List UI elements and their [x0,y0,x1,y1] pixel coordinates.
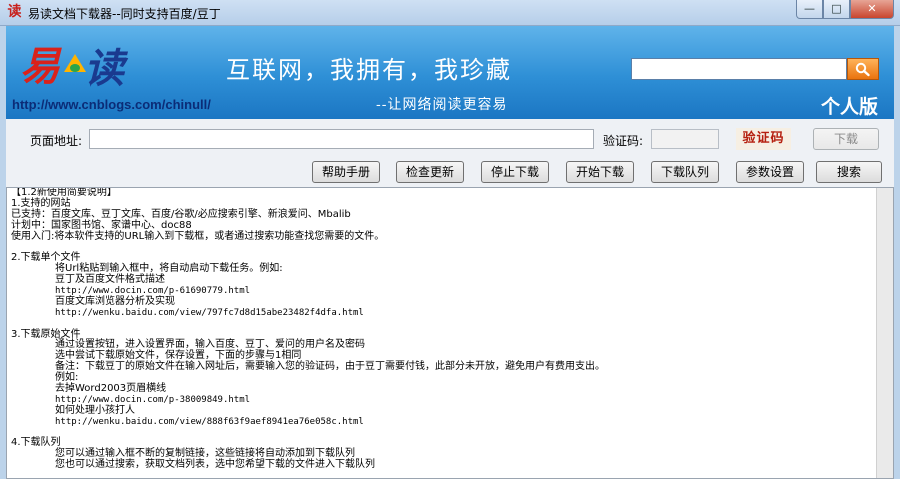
help-manual-button[interactable]: 帮助手册 [312,161,380,183]
captcha-image[interactable]: 验证码 [736,128,791,150]
window-title: 易读文档下载器--同时支持百度/豆丁 [28,7,221,21]
text-line: http://wenku.baidu.com/view/888f63f9aef8… [55,416,364,427]
logo-dot-icon [70,64,80,72]
start-download-button[interactable]: 开始下载 [566,161,634,183]
logo: 易 读 [20,34,140,94]
text-line: 百度文库浏览器分析及实现 [55,295,175,307]
edition-label: 个人版 [820,96,878,118]
instructions-text: 【1.2新使用简要说明】 1.支持的网站 已支持：百度文库、豆丁文库、百度/谷歌/必… [7,188,893,471]
download-queue-button[interactable]: 下载队列 [651,161,719,183]
blog-link[interactable]: http://www.cnblogs.com/chinull/ [12,97,211,112]
verification-code-input[interactable] [651,129,719,149]
settings-button[interactable]: 参数设置 [736,161,804,183]
text-line: 计划中：国家图书馆、家谱中心、doc88 [11,219,192,231]
maximize-button[interactable]: □ [823,0,850,19]
minimize-button[interactable]: — [796,0,823,19]
instructions-textarea[interactable]: 【1.2新使用简要说明】 1.支持的网站 已支持：百度文库、豆丁文库、百度/谷歌/必… [6,187,894,479]
text-line: http://www.docin.com/p-38009849.html [55,394,251,405]
banner-search-input[interactable] [631,58,847,80]
text-line: 去掉Word2003页眉横线 [55,383,167,395]
text-line: http://wenku.baidu.com/view/797fc7d8d15a… [55,307,364,318]
window-controls: — □ ✕ [796,0,894,20]
text-line [7,319,893,330]
logo-char-2: 读 [84,45,124,92]
text-line [7,242,893,253]
text-line: 【1.2新使用简要说明】 [11,187,117,198]
code-label: 验证码: [603,134,644,148]
close-button[interactable]: ✕ [850,0,894,19]
text-line: 豆丁及百度文件格式描述 [55,274,165,286]
check-update-button[interactable]: 检查更新 [396,161,464,183]
download-button[interactable]: 下载 [813,128,879,150]
text-line: 如何处理小孩打人 [55,404,135,416]
url-label: 页面地址: [30,134,83,148]
url-input[interactable] [89,129,594,149]
stop-download-button[interactable]: 停止下载 [481,161,549,183]
banner-search-button[interactable] [847,58,879,80]
text-line: 备注：下载豆丁的原始文件在输入网址后，需要输入您的验证码，由于豆丁需要付钱，此部… [55,361,605,373]
search-button[interactable]: 搜索 [816,161,882,183]
title-bar: 读 易读文档下载器--同时支持百度/豆丁 — □ ✕ [0,0,900,26]
search-icon [855,62,870,77]
logo-char-1: 易 [20,43,60,90]
control-panel: 页面地址: 验证码: 验证码 下载 帮助手册 检查更新 停止下载 开始下载 下载… [6,119,894,187]
banner: 易 读 http://www.cnblogs.com/chinull/ 互联网，… [6,26,894,119]
sub-slogan: --让网络阅读更容易 [376,97,508,113]
text-line: 您也可以通过搜索，获取文档列表，选中您希望下载的文件进入下载队列 [55,459,375,471]
app-icon: 读 [7,4,22,20]
slogan: 互联网，我拥有，我珍藏 [226,56,512,84]
text-line [7,428,893,439]
vertical-scrollbar[interactable] [876,188,893,478]
text-line: 使用入门:将本软件支持的URL输入到下载框，或者通过搜索功能查找您需要的文件。 [11,230,385,242]
